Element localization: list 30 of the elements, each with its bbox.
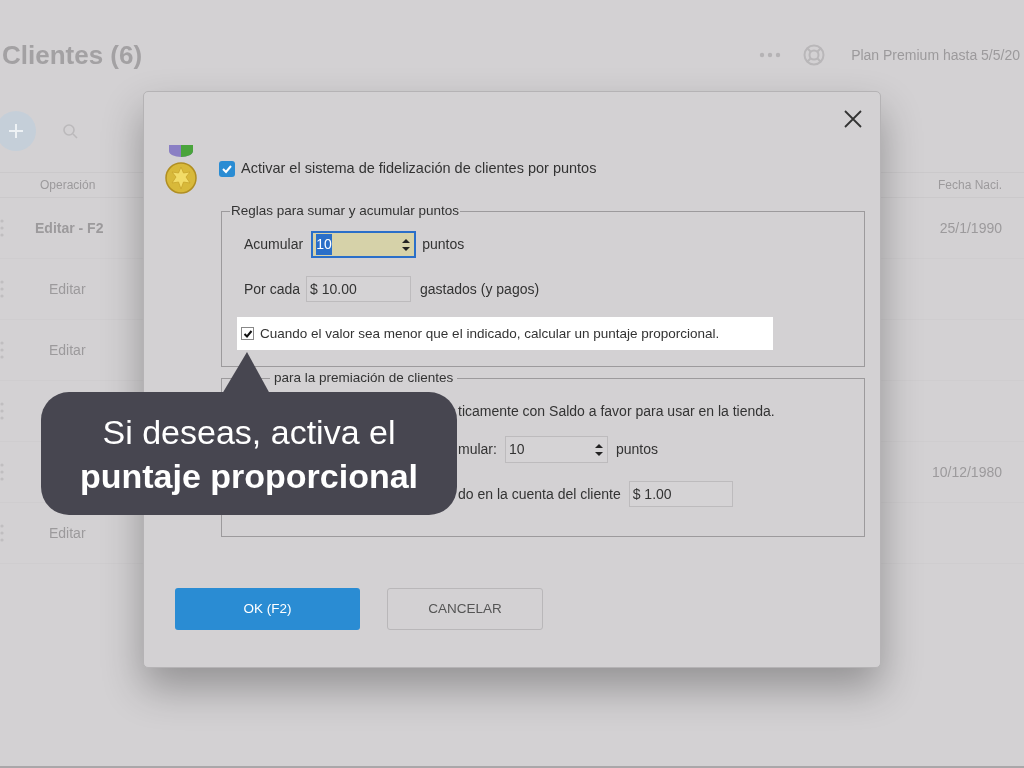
spin-arrows-icon[interactable] — [401, 236, 412, 253]
field-label: mular: — [458, 440, 497, 459]
unit-label: gastados (y pagos) — [420, 279, 540, 299]
medal-icon — [164, 145, 198, 195]
close-icon[interactable] — [844, 110, 862, 128]
number-field[interactable]: 10 — [311, 231, 417, 259]
spin-arrows-icon[interactable] — [593, 441, 604, 458]
field-label: Por cada — [244, 279, 301, 299]
unit-label: puntos — [422, 235, 465, 255]
checkbox-label: Activar el sistema de fidelización de clientes por puntos — [241, 158, 597, 178]
more-icon[interactable] — [759, 52, 782, 58]
number-field[interactable]: 10 — [504, 436, 608, 463]
plus-icon — [7, 122, 25, 140]
amount-field[interactable]: $ 10.00 — [306, 276, 412, 303]
lifebuoy-icon[interactable] — [803, 44, 826, 66]
checkbox[interactable] — [219, 160, 235, 177]
cancel-button[interactable]: CANCELAR — [387, 588, 543, 630]
add-button[interactable] — [0, 111, 36, 151]
description-text: ticamente con Saldo a favor para usar en la tienda. — [458, 402, 776, 421]
group-title: para la premiación de clientes — [273, 371, 455, 385]
group-title: Reglas para sumar y acumular puntos — [230, 202, 461, 220]
unit-label: puntos — [615, 440, 658, 459]
callout-text: Si deseas, activa el puntaje proporcional — [78, 411, 420, 497]
checkbox[interactable] — [241, 327, 254, 341]
search-icon[interactable] — [62, 123, 78, 139]
field-label: do en la cuenta del cliente — [458, 484, 621, 504]
amount-field[interactable]: $ 1.00 — [628, 481, 733, 507]
checkbox-label: Cuando el valor sea menor que el indicado, calcular un puntaje proporcional. — [260, 324, 720, 343]
field-label: Acumular — [244, 235, 304, 255]
ok-button[interactable]: OK (F2) — [175, 588, 360, 630]
